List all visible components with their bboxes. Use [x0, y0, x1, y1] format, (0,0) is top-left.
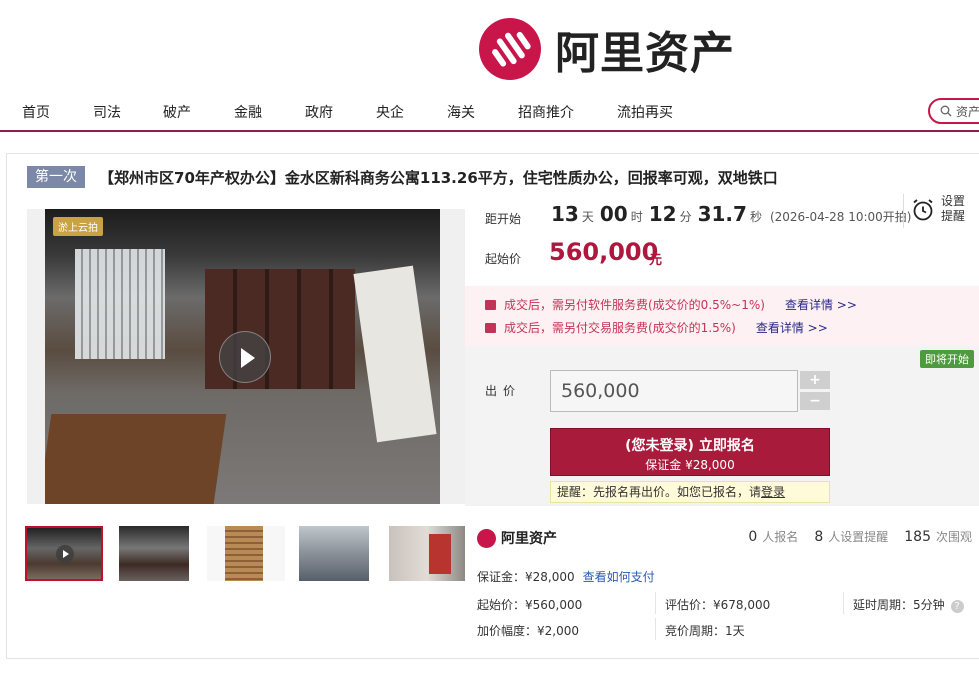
auction-info: 阿里资产 0 人报名 8 人设置提醒 185 次围观 保证金：¥28,000 查看…	[465, 506, 979, 656]
login-tip: 提醒：先报名再出价。如您已报名，请登录	[550, 481, 830, 503]
reminder-count: 8	[814, 529, 824, 545]
signup-deposit: 保证金 ¥28,000	[645, 458, 735, 472]
nav-item-relisting[interactable]: 流拍再买	[617, 102, 673, 122]
nav-item-soe[interactable]: 央企	[376, 102, 404, 122]
fee-notice: 成交后，需另付软件服务费(成交价的0.5%~1%) 查看详情 >> 成交后，需另付…	[465, 286, 979, 346]
reminder-line-1: 设置	[941, 194, 966, 208]
delay-period: 延时周期：5分钟?	[853, 596, 964, 613]
bid-increment: 加价幅度：¥2,000	[477, 624, 579, 638]
countdown-days: 13	[551, 202, 579, 226]
nav-item-finance[interactable]: 金融	[234, 102, 262, 122]
transaction-fee-row: 成交后，需另付交易服务费(成交价的1.5%) 查看详情 >>	[485, 319, 828, 336]
countdown-seconds: 31.7	[697, 202, 747, 226]
countdown-hours-unit: 时	[630, 210, 643, 224]
increase-bid-button[interactable]: +	[800, 371, 830, 389]
listing-title: 【郑州市区70年产权办公】金水区新科商务公寓113.26平方，住宅性质办公，回报…	[99, 168, 778, 187]
login-tip-text: 提醒：先报名再出价。如您已报名，请	[557, 485, 762, 499]
view-count: 185	[904, 529, 931, 545]
alarm-clock-icon	[913, 199, 933, 221]
signup-unit: 人报名	[762, 530, 799, 544]
delay-period-value: 延时周期：5分钟	[853, 598, 945, 612]
nav-item-investment[interactable]: 招商推介	[518, 102, 574, 122]
search-input[interactable]: 资产	[928, 98, 979, 124]
view-unit: 次围观	[935, 530, 972, 544]
signup-button[interactable]: (您未登录) 立即报名 保证金 ¥28,000	[550, 428, 830, 476]
countdown: 13 天 00 时 12 分 31.7 秒 (2026-04-28 10:00开…	[551, 202, 911, 226]
transaction-fee-text: 成交后，需另付交易服务费(成交价的1.5%)	[504, 321, 736, 335]
help-icon[interactable]: ?	[950, 600, 964, 613]
software-fee-row: 成交后，需另付软件服务费(成交价的0.5%~1%) 查看详情 >>	[485, 296, 857, 313]
thumbnail-strip	[25, 526, 465, 581]
bid-label: 出价	[485, 384, 522, 398]
listing-card: 第一次 【郑州市区70年产权办公】金水区新科商务公寓113.26平方，住宅性质办…	[6, 153, 979, 659]
reminder-line-2: 提醒	[941, 209, 966, 223]
countdown-days-unit: 天	[581, 210, 594, 224]
brand-logo-icon	[479, 18, 541, 80]
photo-watermark: 淤上云拍	[53, 217, 103, 236]
brand-small-icon	[477, 528, 496, 548]
countdown-minutes: 12	[648, 202, 677, 226]
countdown-hours: 00	[599, 202, 628, 226]
gift-icon	[485, 323, 496, 333]
thumbnail-video[interactable]	[25, 526, 103, 581]
main-media[interactable]: 淤上云拍	[27, 209, 465, 504]
thumbnail-5[interactable]	[389, 526, 465, 581]
deposit-value: 保证金：¥28,000	[477, 570, 575, 584]
brand-name: 阿里资产	[555, 28, 735, 79]
signup-count: 0	[748, 529, 758, 545]
thumbnail-4[interactable]	[299, 526, 369, 581]
software-fee-detail-link[interactable]: 查看详情 >>	[785, 298, 857, 312]
set-reminder-label: 设置 提醒	[941, 194, 965, 224]
start-price: 560,000	[549, 238, 659, 266]
currency-unit: 元	[649, 253, 663, 268]
how-to-pay-link[interactable]: 查看如何支付	[583, 570, 655, 584]
deposit-row: 保证金：¥28,000 查看如何支付	[477, 568, 655, 585]
price-panel: 距开始 13 天 00 时 12 分 31.7 秒 (2026-04-28 10…	[465, 194, 979, 286]
thumbnail-2[interactable]	[119, 526, 189, 581]
auction-stats: 0 人报名 8 人设置提醒 185 次围观	[732, 528, 972, 545]
search-placeholder: 资产	[956, 104, 979, 119]
countdown-seconds-unit: 秒	[749, 210, 762, 224]
login-link[interactable]: 登录	[761, 485, 785, 499]
main-photo: 淤上云拍	[45, 209, 440, 504]
appraisal-price: 评估价：¥678,000	[665, 598, 771, 612]
countdown-label: 距开始	[485, 212, 522, 226]
nav-item-judicial[interactable]: 司法	[93, 102, 121, 122]
title-row: 第一次 【郑州市区70年产权办公】金水区新科商务公寓113.26平方，住宅性质办…	[27, 166, 778, 188]
site-logo[interactable]: 阿里资产	[479, 17, 735, 81]
countdown-minutes-unit: 分	[679, 210, 692, 224]
decrease-bid-button[interactable]: −	[800, 392, 830, 410]
bid-amount-input[interactable]: 560,000	[550, 370, 798, 412]
software-fee-text: 成交后，需另付软件服务费(成交价的0.5%~1%)	[504, 298, 765, 312]
reminder-unit: 人设置提醒	[828, 530, 889, 544]
video-play-icon[interactable]	[219, 331, 271, 383]
set-reminder-button[interactable]: 设置 提醒	[911, 194, 971, 228]
info-brand: 阿里资产	[477, 528, 557, 548]
bid-cycle: 竞价周期：1天	[665, 624, 745, 638]
bid-panel: 即将开始 出价 560,000 + − (您未登录) 立即报名 保证金 ¥28,…	[465, 346, 979, 506]
thumb-play-icon	[56, 545, 74, 563]
thumbnail-3[interactable]	[207, 526, 285, 581]
signup-button-label: (您未登录) 立即报名	[625, 438, 755, 454]
status-badge: 即将开始	[920, 350, 974, 368]
transaction-fee-detail-link[interactable]: 查看详情 >>	[756, 321, 828, 335]
nav-item-bankruptcy[interactable]: 破产	[163, 102, 191, 122]
info-brand-name: 阿里资产	[501, 531, 557, 547]
start-price-label: 起始价	[485, 252, 522, 266]
nav-item-customs[interactable]: 海关	[447, 102, 475, 122]
main-nav: 首页 司法 破产 金融 政府 央企 海关 招商推介 流拍再买 资产	[0, 92, 979, 132]
nav-item-home[interactable]: 首页	[22, 102, 50, 122]
nav-item-government[interactable]: 政府	[305, 102, 333, 122]
search-icon	[940, 105, 952, 117]
start-price-info: 起始价：¥560,000	[477, 598, 583, 612]
round-badge: 第一次	[27, 166, 85, 188]
start-time: (2026-04-28 10:00开拍)	[769, 210, 912, 224]
gift-icon	[485, 300, 496, 310]
